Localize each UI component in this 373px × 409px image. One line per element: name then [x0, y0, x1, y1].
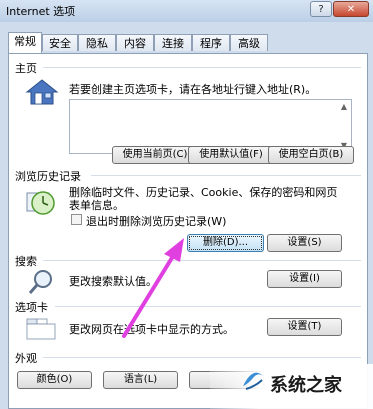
watermark-text: 系统之家	[270, 375, 342, 396]
tab-general[interactable]: 常规	[8, 32, 42, 53]
watermark-logo-icon	[240, 368, 266, 392]
annotation-arrow-icon	[122, 238, 184, 338]
